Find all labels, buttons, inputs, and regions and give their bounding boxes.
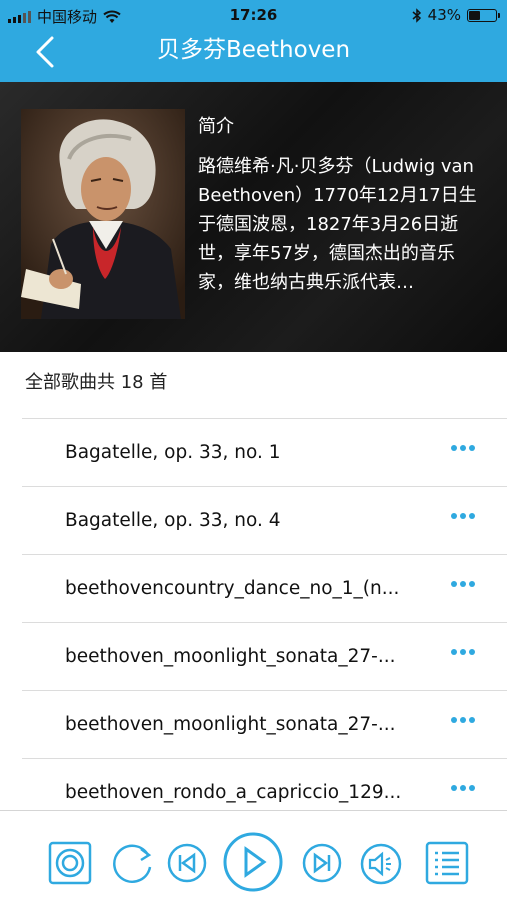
- list-item[interactable]: Bagatelle, op. 33, no. 1: [22, 418, 507, 486]
- list-item[interactable]: Bagatelle, op. 33, no. 4: [22, 486, 507, 554]
- more-icon[interactable]: [451, 513, 475, 519]
- page-title: 贝多芬Beethoven: [156, 37, 351, 63]
- song-count: 全部歌曲共 18 首: [25, 372, 168, 393]
- more-icon[interactable]: [451, 785, 475, 791]
- battery-level: [469, 10, 480, 20]
- previous-icon[interactable]: [167, 843, 207, 883]
- artist-intro: 简介 路德维希·凡·贝多芬（Ludwig van Beethoven）1770年…: [0, 82, 507, 352]
- volume-icon[interactable]: [360, 843, 402, 885]
- next-icon[interactable]: [302, 843, 342, 883]
- song-title: beethovencountry_dance_no_1_(n...: [65, 578, 400, 599]
- bluetooth-icon: [412, 7, 421, 23]
- artist-portrait: [21, 109, 185, 319]
- repeat-icon[interactable]: [110, 841, 156, 887]
- more-icon[interactable]: [451, 717, 475, 723]
- song-list: Bagatelle, op. 33, no. 1 Bagatelle, op. …: [0, 418, 507, 826]
- header: 中国移动 17:26 43% 贝多芬Beethoven: [0, 0, 507, 82]
- back-button[interactable]: [28, 34, 68, 74]
- record-icon[interactable]: [48, 841, 92, 885]
- list-item[interactable]: beethovencountry_dance_no_1_(n...: [22, 554, 507, 622]
- list-item[interactable]: beethoven_moonlight_sonata_27-...: [22, 622, 507, 690]
- playlist-icon[interactable]: [425, 841, 469, 885]
- intro-label: 简介: [198, 116, 234, 137]
- nav-bar: 贝多芬Beethoven: [0, 30, 507, 82]
- song-title: beethoven_moonlight_sonata_27-...: [65, 646, 396, 667]
- list-item[interactable]: beethoven_moonlight_sonata_27-...: [22, 690, 507, 758]
- song-title: Bagatelle, op. 33, no. 1: [65, 442, 281, 463]
- player-bar: [0, 810, 507, 901]
- battery-icon: [467, 8, 500, 22]
- intro-text[interactable]: 路德维希·凡·贝多芬（Ludwig van Beethoven）1770年12月…: [198, 152, 488, 297]
- more-icon[interactable]: [451, 581, 475, 587]
- play-icon[interactable]: [222, 831, 284, 893]
- song-title: Bagatelle, op. 33, no. 4: [65, 510, 281, 531]
- song-title: beethoven_moonlight_sonata_27-...: [65, 714, 396, 735]
- battery-percent: 43%: [427, 6, 461, 24]
- more-icon[interactable]: [451, 445, 475, 451]
- status-bar: 中国移动 17:26 43%: [0, 0, 507, 30]
- more-icon[interactable]: [451, 649, 475, 655]
